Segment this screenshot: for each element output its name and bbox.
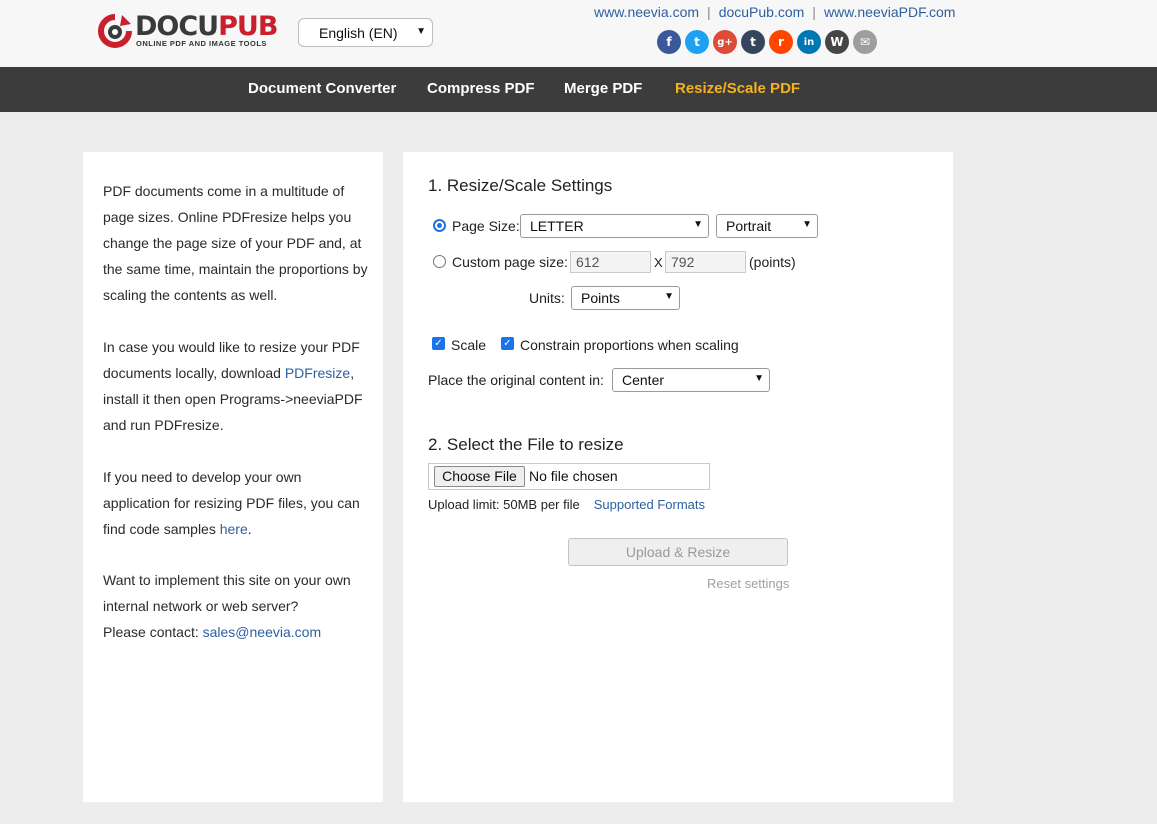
constrain-proportions-checkbox[interactable]: ✓ — [501, 337, 514, 350]
site-header: DOCUPUB ONLINE PDF AND IMAGE TOOLS Engli… — [0, 0, 1157, 67]
info-panel: PDF documents come in a multitude of pag… — [83, 152, 383, 802]
custom-unit-label: (points) — [749, 254, 796, 270]
link-separator: | — [812, 4, 816, 20]
supported-formats-link[interactable]: Supported Formats — [594, 497, 705, 512]
page-size-label: Page Size: — [452, 218, 520, 234]
place-content-label: Place the original content in: — [428, 372, 604, 388]
chevron-down-icon: ▼ — [416, 26, 426, 37]
link-docupub[interactable]: docuPub.com — [719, 4, 805, 20]
sales-email-link[interactable]: sales@neevia.com — [203, 624, 322, 640]
link-separator: | — [707, 4, 711, 20]
code-samples-link[interactable]: here — [220, 521, 248, 537]
dimension-separator: X — [654, 255, 663, 270]
pdfresize-link[interactable]: PDFresize — [285, 365, 350, 381]
contact-paragraph: Want to implement this site on your own … — [103, 572, 351, 640]
place-content-select[interactable]: Center ▼ — [612, 368, 770, 392]
nav-compress-pdf[interactable]: Compress PDF — [427, 80, 535, 97]
linkedin-icon[interactable]: in — [797, 30, 821, 54]
settings-title: 1. Resize/Scale Settings — [428, 176, 613, 195]
orientation-select[interactable]: Portrait ▼ — [716, 214, 818, 238]
twitter-icon[interactable]: t — [685, 30, 709, 54]
custom-width-input[interactable]: 612 — [570, 251, 651, 273]
page-size-select[interactable]: LETTER ▼ — [520, 214, 709, 238]
chevron-down-icon: ▼ — [754, 373, 764, 384]
units-select[interactable]: Points ▼ — [571, 286, 680, 310]
custom-size-label: Custom page size: — [452, 254, 568, 270]
reddit-icon[interactable]: r — [769, 30, 793, 54]
chevron-down-icon: ▼ — [693, 219, 703, 230]
choose-file-button[interactable]: Choose File — [434, 466, 525, 487]
language-select-value: English (EN) — [319, 25, 398, 41]
email-icon[interactable]: ✉ — [853, 30, 877, 54]
local-download-paragraph: In case you would like to resize your PD… — [103, 339, 363, 433]
custom-height-input[interactable]: 792 — [665, 251, 746, 273]
link-neevia[interactable]: www.neevia.com — [594, 4, 699, 20]
custom-size-radio[interactable] — [433, 255, 446, 268]
nav-document-converter[interactable]: Document Converter — [248, 80, 396, 97]
social-share-bar: f t g+ t r in W ✉ — [657, 30, 877, 54]
chevron-down-icon: ▼ — [802, 219, 812, 230]
page-size-radio[interactable] — [433, 219, 446, 232]
units-label: Units: — [529, 290, 565, 306]
intro-paragraph: PDF documents come in a multitude of pag… — [103, 183, 368, 303]
logo-wordmark: DOCUPUB — [135, 11, 278, 42]
google-plus-icon[interactable]: g+ — [713, 30, 737, 54]
upload-resize-button[interactable]: Upload & Resize — [568, 538, 788, 566]
chevron-down-icon: ▼ — [664, 291, 674, 302]
reset-settings-link[interactable]: Reset settings — [707, 576, 789, 591]
link-neeviapdf[interactable]: www.neeviaPDF.com — [824, 4, 956, 20]
file-status: No file chosen — [529, 468, 618, 484]
tumblr-icon[interactable]: t — [741, 30, 765, 54]
logo-tagline: ONLINE PDF AND IMAGE TOOLS — [136, 39, 267, 48]
scale-label: Scale — [451, 337, 487, 353]
upload-limit-note: Upload limit: 50MB per file Supported For… — [428, 497, 706, 512]
code-samples-paragraph: If you need to develop your own applicat… — [103, 469, 360, 537]
facebook-icon[interactable]: f — [657, 30, 681, 54]
language-select[interactable]: English (EN) ▼ — [298, 18, 433, 47]
nav-merge-pdf[interactable]: Merge PDF — [564, 80, 642, 97]
main-nav: Document Converter Compress PDF Merge PD… — [0, 67, 1157, 112]
nav-resize-scale-pdf[interactable]: Resize/Scale PDF — [675, 80, 800, 97]
scale-checkbox[interactable]: ✓ — [432, 337, 445, 350]
wordpress-icon[interactable]: W — [825, 30, 849, 54]
file-section-title: 2. Select the File to resize — [428, 435, 624, 454]
top-links: www.neevia.com | docuPub.com | www.neeviaPDF… — [594, 4, 955, 20]
file-input[interactable]: Choose File No file chosen — [428, 463, 710, 490]
resize-form-panel: 1. Resize/Scale Settings Page Size: LETT… — [403, 152, 953, 802]
docupub-logo-icon — [98, 14, 132, 48]
constrain-proportions-label: Constrain proportions when scaling — [520, 337, 739, 353]
